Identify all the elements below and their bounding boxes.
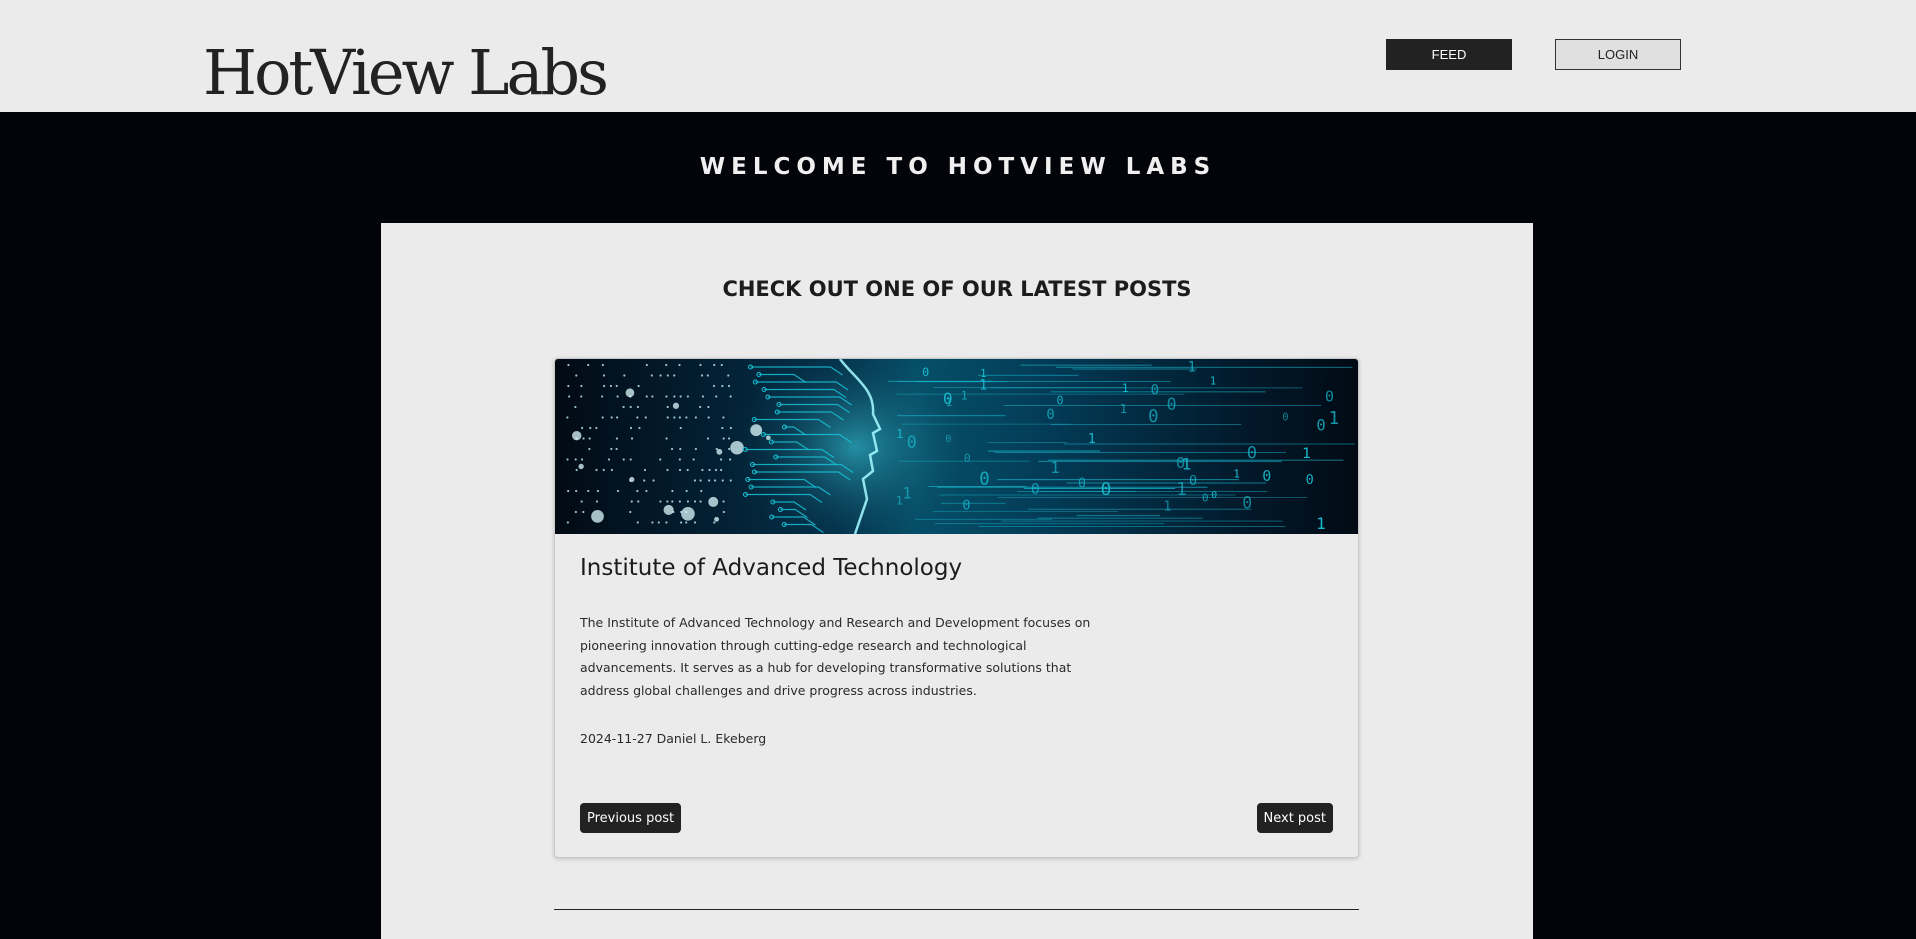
svg-text:0: 0 bbox=[1031, 481, 1040, 498]
top-header: HotView Labs FEED LOGIN bbox=[0, 0, 1916, 112]
svg-text:1: 1 bbox=[902, 483, 912, 502]
hero-title: WELCOME TO HOTVIEW LABS bbox=[699, 154, 1217, 180]
svg-text:1: 1 bbox=[1120, 402, 1127, 416]
svg-text:1: 1 bbox=[1163, 500, 1171, 515]
post-meta: 2024-11-27 Daniel L. Ekeberg bbox=[580, 731, 767, 746]
post-banner-image: 0110000111111001000100101101100000000011… bbox=[555, 359, 1358, 534]
svg-text:1: 1 bbox=[1316, 514, 1326, 533]
svg-text:0: 0 bbox=[1167, 395, 1177, 414]
svg-text:0: 0 bbox=[1262, 467, 1271, 485]
svg-text:0: 0 bbox=[1242, 494, 1252, 513]
latest-posts-panel: CHECK OUT ONE OF OUR LATEST POSTS 011000… bbox=[381, 223, 1533, 939]
svg-text:1: 1 bbox=[1122, 381, 1129, 395]
svg-text:0: 0 bbox=[1151, 383, 1159, 399]
svg-text:0: 0 bbox=[1202, 492, 1209, 505]
svg-text:0: 0 bbox=[1306, 472, 1314, 488]
svg-text:1: 1 bbox=[1329, 409, 1340, 429]
svg-text:0: 0 bbox=[1148, 407, 1158, 427]
svg-text:0: 0 bbox=[1101, 480, 1112, 500]
svg-text:0: 0 bbox=[907, 433, 917, 452]
post-title: Institute of Advanced Technology bbox=[580, 555, 963, 581]
svg-text:1: 1 bbox=[961, 389, 968, 403]
svg-text:1: 1 bbox=[1188, 359, 1196, 375]
previous-post-button[interactable]: Previous post bbox=[580, 803, 682, 833]
svg-text:0: 0 bbox=[1247, 443, 1257, 463]
svg-text:1: 1 bbox=[1302, 446, 1311, 462]
svg-text:0: 0 bbox=[979, 470, 989, 490]
svg-text:0: 0 bbox=[962, 498, 970, 513]
svg-text:1: 1 bbox=[1088, 432, 1096, 447]
ai-circuit-head-image: 01100 00111111001000100101101100000 000011… bbox=[566, 359, 1355, 534]
next-post-button[interactable]: Next post bbox=[1256, 803, 1333, 833]
svg-text:1: 1 bbox=[1210, 375, 1216, 387]
svg-text:0: 0 bbox=[945, 434, 951, 445]
svg-text:1: 1 bbox=[979, 377, 987, 393]
svg-text:0: 0 bbox=[1316, 417, 1325, 435]
site-logo[interactable]: HotView Labs bbox=[203, 36, 609, 110]
svg-text:1: 1 bbox=[896, 426, 904, 441]
svg-text:0: 0 bbox=[1325, 387, 1334, 405]
divider bbox=[554, 909, 1359, 910]
feed-button[interactable]: FEED bbox=[1386, 39, 1512, 70]
section-title: CHECK OUT ONE OF OUR LATEST POSTS bbox=[722, 277, 1192, 301]
svg-text:0: 0 bbox=[1056, 394, 1063, 408]
svg-text:0: 0 bbox=[1078, 476, 1086, 491]
svg-text:0: 0 bbox=[1176, 454, 1185, 472]
svg-text:1: 1 bbox=[1050, 458, 1060, 477]
post-body: The Institute of Advanced Technology and… bbox=[580, 615, 1091, 698]
svg-text:0: 0 bbox=[1189, 473, 1197, 489]
post-card: 0110000111111001000100101101100000000011… bbox=[554, 358, 1359, 858]
svg-text:0: 0 bbox=[1282, 411, 1288, 423]
svg-text:1: 1 bbox=[896, 493, 903, 507]
svg-text:1: 1 bbox=[946, 396, 953, 409]
svg-text:0: 0 bbox=[1046, 407, 1054, 423]
svg-text:0: 0 bbox=[964, 451, 971, 465]
svg-text:1: 1 bbox=[1176, 480, 1186, 500]
svg-text:0: 0 bbox=[1211, 490, 1217, 501]
login-button[interactable]: LOGIN bbox=[1555, 39, 1681, 70]
svg-text:1: 1 bbox=[1233, 467, 1240, 480]
svg-text:0: 0 bbox=[922, 365, 929, 379]
